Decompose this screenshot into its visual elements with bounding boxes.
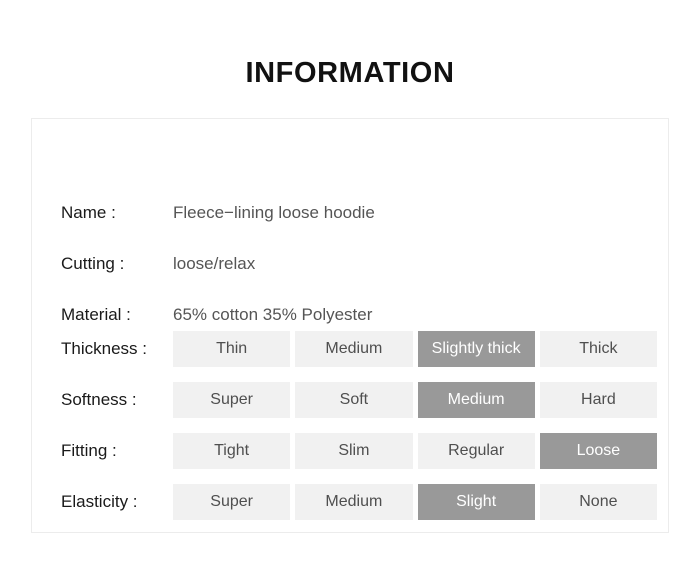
info-row-cutting: Cutting : loose/relax	[32, 250, 668, 278]
option-cell-slim[interactable]: Slim	[295, 433, 413, 469]
information-card: Name : Fleece−lining loose hoodie Cutting …	[31, 118, 669, 533]
option-cell-soft[interactable]: Soft	[295, 382, 413, 418]
info-row-label: Material :	[61, 305, 131, 324]
option-cell-slightly-thick[interactable]: Slightly thick	[417, 331, 535, 367]
option-cell-medium[interactable]: Medium	[417, 382, 535, 418]
info-row-value: loose/relax	[173, 254, 256, 273]
option-cell-loose[interactable]: Loose	[539, 433, 657, 469]
option-row-thickness: Thickness : Thin Medium Slightly thick Thick	[32, 331, 668, 367]
information-page: INFORMATION Name : Fleece−lining loose ho…	[0, 0, 700, 562]
option-cell-super[interactable]: Super	[173, 484, 291, 520]
option-row-label: Elasticity :	[61, 492, 138, 511]
option-cell-thick[interactable]: Thick	[539, 331, 657, 367]
option-cell-thin[interactable]: Thin	[173, 331, 291, 367]
option-cell-none[interactable]: None	[539, 484, 657, 520]
option-cell-group: Thin Medium Slightly thick Thick	[173, 331, 657, 367]
option-cell-hard[interactable]: Hard	[539, 382, 657, 418]
option-cell-group: Super Medium Slight None	[173, 484, 657, 520]
option-cell-slight[interactable]: Slight	[417, 484, 535, 520]
option-cell-medium[interactable]: Medium	[295, 331, 413, 367]
option-row-fitting: Fitting : Tight Slim Regular Loose	[32, 433, 668, 469]
option-cell-group: Tight Slim Regular Loose	[173, 433, 657, 469]
info-row-name: Name : Fleece−lining loose hoodie	[32, 199, 668, 227]
option-row-label: Softness :	[61, 390, 137, 409]
option-cell-group: Super Soft Medium Hard	[173, 382, 657, 418]
page-title: INFORMATION	[245, 57, 455, 89]
option-row-softness: Softness : Super Soft Medium Hard	[32, 382, 668, 418]
option-row-elasticity: Elasticity : Super Medium Slight None	[32, 484, 668, 520]
option-row-label: Fitting :	[61, 441, 117, 460]
info-row-label: Name :	[61, 203, 116, 222]
option-cell-super[interactable]: Super	[173, 382, 291, 418]
info-row-value: 65% cotton 35% Polyester	[173, 305, 373, 324]
info-row-material: Material : 65% cotton 35% Polyester	[32, 301, 668, 329]
info-row-value: Fleece−lining loose hoodie	[173, 203, 375, 222]
option-row-label: Thickness :	[61, 339, 147, 358]
info-row-label: Cutting :	[61, 254, 125, 273]
option-cell-medium[interactable]: Medium	[295, 484, 413, 520]
option-cell-tight[interactable]: Tight	[173, 433, 291, 469]
option-cell-regular[interactable]: Regular	[417, 433, 535, 469]
